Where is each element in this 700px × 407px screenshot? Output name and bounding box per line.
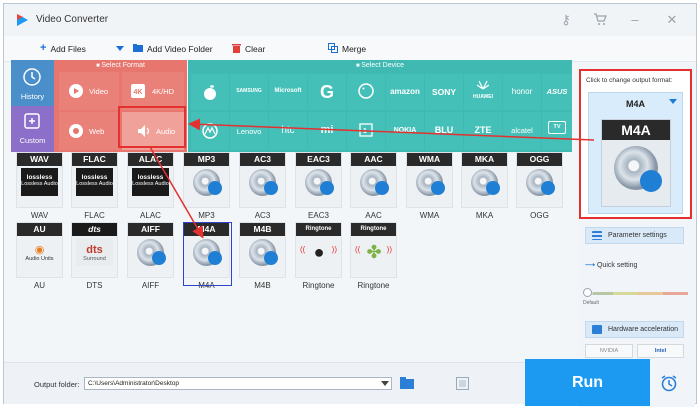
arrow-audio-to-m4a: [149, 146, 204, 239]
app-window: Video Converter ⚷ – ✕ + Add Files Add Vid…: [3, 3, 697, 407]
arrow-output-to-audio: [188, 118, 595, 141]
annotation-arrows: [149, 118, 595, 239]
